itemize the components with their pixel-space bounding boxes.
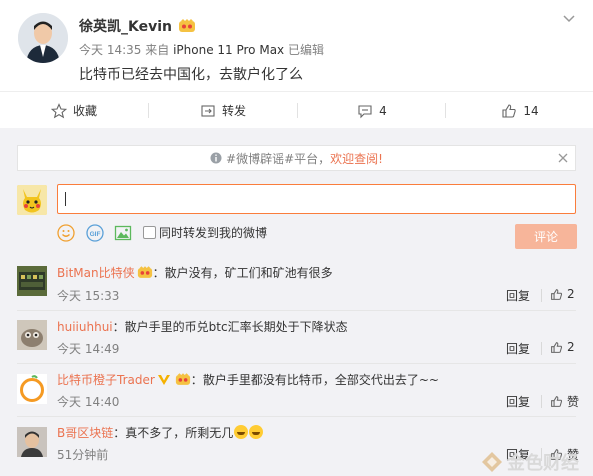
divider (541, 289, 542, 302)
action-bar: 收藏 转发 4 14 (0, 91, 593, 129)
comment-line: BitMan比特侠 ：散户没有，矿工们和矿池有很多 (57, 264, 333, 281)
comment-like-count: 2 (567, 287, 575, 301)
author-name-text[interactable]: 徐英凯_Kevin (79, 19, 172, 35)
comment-username[interactable]: huiiuhhui (57, 320, 113, 334)
comment-username[interactable]: BitMan比特侠 (57, 266, 135, 280)
comment-like-button[interactable]: 2 (550, 287, 575, 301)
comment-time: 51分钟前 (57, 448, 109, 462)
comment-time: 今天 14:49 (57, 342, 120, 356)
comment-divider (17, 363, 576, 364)
watermark-logo-icon (482, 452, 502, 472)
source-prefix: 来自 (145, 43, 170, 57)
comment-text: 散户没有，矿工们和矿池有很多 (164, 266, 333, 280)
author-avatar[interactable] (18, 13, 68, 63)
divider (541, 395, 542, 408)
submit-comment-button[interactable]: 评论 (515, 224, 577, 249)
comment-icon (358, 104, 372, 118)
comment-time: 今天 14:40 (57, 395, 120, 409)
divider (541, 342, 542, 355)
sync-repost-checkbox[interactable] (143, 226, 156, 239)
comment-time: 今天 15:33 (57, 289, 120, 303)
star-icon (50, 102, 67, 118)
comment-text: 真不多了，所剩无几 (125, 426, 234, 440)
commenter-avatar[interactable] (17, 374, 47, 404)
gif-icon[interactable]: GIF (86, 224, 104, 242)
sync-repost-label[interactable]: 同时转发到我的微博 (159, 224, 267, 241)
post-text: 比特币已经去中国化，去散户化了么 (79, 67, 303, 83)
reply-button[interactable]: 回复 (506, 340, 530, 357)
comment-line: 比特币橙子Trader ：散户手里都没有比特币，全部交代出去了~~ (57, 371, 439, 388)
notice-text: #微博辟谣#平台， (226, 151, 331, 166)
favorite-label: 收藏 (72, 104, 97, 118)
comment-like-count: 赞 (567, 395, 580, 409)
comment-separator: ： (152, 266, 165, 280)
post-source: iPhone 11 Pro Max (173, 43, 285, 57)
commenter-avatar[interactable] (17, 266, 47, 296)
info-icon (210, 152, 222, 164)
commenter-avatar[interactable] (17, 427, 47, 457)
thumbs-up-icon (551, 341, 563, 353)
commenter-avatar[interactable] (17, 320, 47, 350)
repost-label: 转发 (221, 104, 246, 118)
comment-line: B哥区块链：真不多了，所剩无几 (57, 424, 264, 441)
chevron-down-icon[interactable] (561, 10, 577, 26)
vip-badge-icon[interactable] (178, 19, 196, 33)
comment-like-count: 2 (567, 340, 575, 354)
like-count: 14 (523, 103, 539, 118)
like-button[interactable]: 14 (446, 92, 593, 129)
comment-text: 散户手里的币兑btc汇率长期处于下降状态 (124, 320, 348, 334)
thumbs-up-icon (551, 288, 563, 300)
comment-text: 散户手里都没有比特币，全部交代出去了~~ (202, 373, 439, 387)
notice-banner: #微博辟谣#平台， 欢迎查阅! (17, 145, 576, 171)
repost-icon (201, 104, 215, 117)
crying-emoji-icon (234, 425, 249, 439)
image-icon[interactable] (114, 224, 132, 242)
reply-button[interactable]: 回复 (506, 287, 530, 304)
verified-v-icon[interactable] (157, 373, 173, 386)
post-meta: 今天 14:35 来自 iPhone 11 Pro Max 已编辑 (79, 41, 324, 58)
vip-badge-icon[interactable] (175, 373, 191, 386)
edited-label[interactable]: 已编辑 (288, 43, 324, 57)
close-icon[interactable] (557, 152, 569, 164)
reply-button[interactable]: 回复 (506, 393, 530, 410)
thumbs-up-icon (551, 396, 563, 407)
text-caret (65, 192, 66, 206)
favorite-button[interactable]: 收藏 (0, 92, 148, 129)
vip-badge-icon[interactable] (137, 266, 153, 279)
comment-divider (17, 310, 576, 311)
crying-emoji-icon (249, 425, 264, 439)
comment-username[interactable]: B哥区块链 (57, 426, 113, 440)
comment-count: 4 (379, 103, 387, 118)
notice-link[interactable]: 欢迎查阅! (330, 150, 383, 167)
comment-button[interactable]: 4 (298, 92, 446, 129)
post-time[interactable]: 今天 14:35 (79, 43, 141, 57)
comment-input[interactable] (57, 184, 576, 214)
comment-separator: ： (113, 426, 126, 440)
comment-divider (17, 416, 576, 417)
author-name[interactable]: 徐英凯_Kevin (79, 16, 196, 36)
repost-button[interactable]: 转发 (149, 92, 297, 129)
comment-like-button[interactable]: 赞 (550, 393, 579, 410)
watermark-text: 金色财经 (507, 453, 579, 474)
comment-like-button[interactable]: 2 (550, 340, 575, 354)
comment-username[interactable]: 比特币橙子Trader (57, 373, 155, 387)
comment-line: huiiuhhui：散户手里的币兑btc汇率长期处于下降状态 (57, 318, 348, 335)
comment-separator: ： (190, 373, 203, 387)
watermark: 金色财经 (481, 449, 579, 475)
emoji-icon[interactable] (57, 224, 75, 242)
my-avatar[interactable] (17, 185, 47, 215)
comment-separator: ： (112, 320, 125, 334)
thumbs-up-icon (502, 103, 517, 118)
svg-text:GIF: GIF (90, 231, 101, 238)
